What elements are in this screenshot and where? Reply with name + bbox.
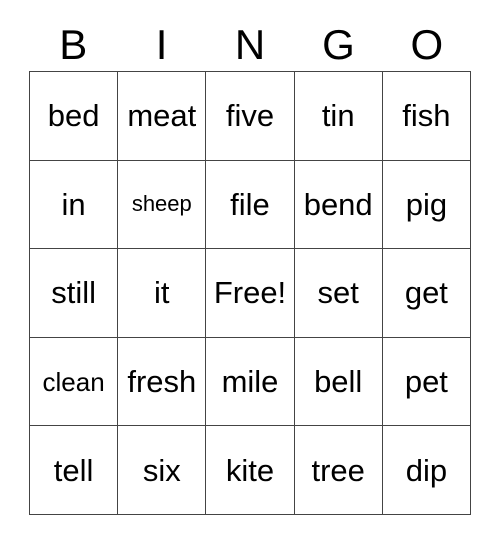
bingo-cell[interactable]: six <box>118 426 207 515</box>
bingo-cell[interactable]: mile <box>206 337 295 427</box>
bingo-cell-label: bend <box>303 186 373 222</box>
bingo-cell[interactable]: it <box>118 249 207 338</box>
bingo-cell-free-space[interactable]: Free! <box>206 249 295 338</box>
bingo-cell[interactable]: still <box>30 249 119 338</box>
header-letter-i: I <box>117 18 205 71</box>
bingo-cell-label: still <box>51 275 96 311</box>
bingo-cell[interactable]: five <box>206 72 295 161</box>
bingo-cell-label: it <box>154 275 170 311</box>
bingo-cell[interactable]: bed <box>30 72 119 161</box>
bingo-cell-label: mile <box>221 364 279 400</box>
bingo-grid: bed meat five tin fish in sheep file ben… <box>29 71 471 515</box>
bingo-cell-label: tree <box>311 452 365 488</box>
header-letter-g: G <box>294 18 382 71</box>
bingo-cell-label: tin <box>321 98 355 134</box>
header-letter-o: O <box>383 18 471 71</box>
header-letter-n-text: N <box>234 20 266 68</box>
bingo-cell[interactable]: get <box>382 249 471 338</box>
bingo-cell[interactable]: tin <box>294 72 383 161</box>
bingo-cell[interactable]: bell <box>294 337 383 427</box>
header-letter-i-text: I <box>155 20 168 68</box>
bingo-cell[interactable]: pig <box>382 160 471 250</box>
bingo-cell-label: dip <box>405 452 448 488</box>
bingo-cell[interactable]: clean <box>30 337 119 427</box>
header-letter-n: N <box>206 18 294 71</box>
bingo-cell[interactable]: bend <box>294 160 383 250</box>
bingo-free-space-label: Free! <box>213 275 287 311</box>
header-letter-o-text: O <box>410 20 444 68</box>
bingo-cell-label: meat <box>127 98 197 134</box>
bingo-cell-label: sheep <box>131 191 192 217</box>
bingo-cell-label: clean <box>42 366 105 397</box>
bingo-cell-label: in <box>61 186 86 222</box>
header-letter-b: B <box>29 18 117 71</box>
bingo-cell[interactable]: file <box>206 160 295 250</box>
bingo-cell-label: tell <box>53 452 94 488</box>
bingo-cell[interactable]: kite <box>206 426 295 515</box>
bingo-cell-label: get <box>404 275 448 311</box>
bingo-cell-label: pet <box>404 364 448 400</box>
bingo-cell[interactable]: fresh <box>118 337 207 427</box>
bingo-cell-label: fresh <box>127 364 197 400</box>
bingo-cell[interactable]: tell <box>30 426 119 515</box>
bingo-cell-label: pig <box>405 186 448 222</box>
bingo-cell-label: bed <box>47 98 100 134</box>
bingo-card: B I N G O bed meat five tin fish in shee… <box>0 0 500 544</box>
bingo-cell-label: file <box>230 186 270 222</box>
bingo-cell[interactable]: fish <box>382 72 471 161</box>
bingo-cell[interactable]: pet <box>382 337 471 427</box>
bingo-cell-label: six <box>142 452 181 488</box>
header-letter-b-text: B <box>59 20 88 68</box>
bingo-cell[interactable]: dip <box>382 426 471 515</box>
bingo-cell[interactable]: tree <box>294 426 383 515</box>
bingo-cell-label: five <box>225 98 275 134</box>
header-letter-g-text: G <box>322 20 355 68</box>
bingo-header-row: B I N G O <box>29 18 471 71</box>
bingo-cell-label: set <box>317 275 359 311</box>
bingo-cell[interactable]: meat <box>118 72 207 161</box>
bingo-cell[interactable]: in <box>30 160 119 250</box>
bingo-cell-label: fish <box>402 98 451 134</box>
bingo-cell[interactable]: sheep <box>118 160 207 250</box>
bingo-cell-label: kite <box>225 452 275 488</box>
bingo-cell-label: bell <box>314 364 363 400</box>
bingo-cell[interactable]: set <box>294 249 383 338</box>
